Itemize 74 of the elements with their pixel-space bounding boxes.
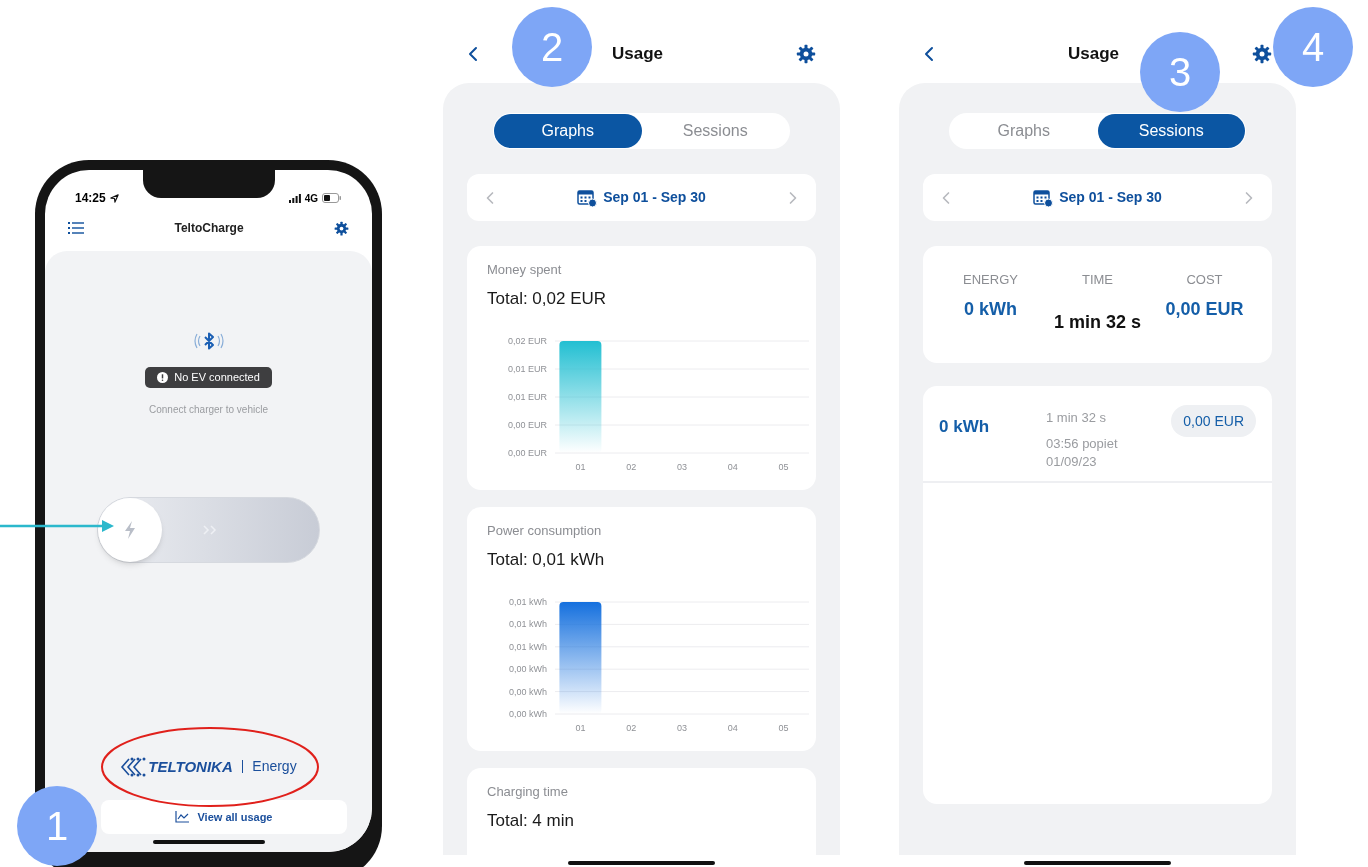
settings-icon[interactable]: [796, 43, 816, 64]
bluetooth-icon: [191, 331, 226, 351]
summary-label: TIME: [1081, 271, 1114, 289]
y-tick-label: 0,00 kWh: [508, 664, 547, 675]
x-tick-label: 04: [727, 723, 738, 733]
y-tick-label: 0,00 EUR: [507, 420, 547, 430]
x-tick-label: 05: [778, 723, 789, 733]
settings-icon[interactable]: [1252, 43, 1272, 64]
settings-icon[interactable]: [334, 220, 349, 236]
x-tick-label: 03: [677, 462, 687, 472]
x-tick-label: 05: [778, 462, 789, 472]
card-label: Charging time: [487, 783, 569, 801]
session-energy: 0 kWh: [939, 416, 991, 438]
step-number-badge: 3: [1140, 32, 1220, 112]
card-total: Total: 0,01 kWh: [487, 548, 606, 571]
summary-label: ENERGY: [963, 271, 1018, 289]
x-tick-label: 01: [575, 462, 586, 472]
summary-value: 0 kWh: [964, 297, 1017, 321]
step-number-badge: 2: [512, 7, 592, 87]
y-tick-label: 0,00 kWh: [508, 709, 547, 719]
summary-value: 0,00 EUR: [1165, 297, 1244, 321]
y-tick-label: 0,01 EUR: [507, 392, 547, 402]
bolt-icon: [124, 521, 136, 539]
card-total: Total: 0,02 EUR: [487, 287, 608, 310]
screen-title: Usage: [612, 42, 663, 65]
status-time: 14:25: [75, 190, 106, 207]
session-date: 01/09/23: [1046, 452, 1098, 471]
card-label: Power consumption: [487, 522, 603, 540]
app-title: TeltoCharge: [174, 220, 244, 237]
step-number-badge: 4: [1273, 7, 1353, 87]
chevrons-logo-icon: [120, 756, 147, 777]
back-icon[interactable]: [467, 44, 479, 63]
y-tick-label: 0,00 kWh: [508, 686, 547, 697]
session-duration: 1 min 32 s: [1046, 409, 1107, 427]
x-tick-label: 04: [727, 462, 738, 472]
network-label: 4G: [304, 191, 318, 206]
date-range[interactable]: Sep 01 - Sep 30: [603, 187, 706, 208]
x-tick-label: 03: [677, 723, 687, 733]
calendar-icon: [577, 188, 598, 207]
y-tick-label: 0,00 EUR: [507, 448, 547, 458]
summary-label: COST: [1186, 271, 1223, 289]
y-tick-label: 0,01 kWh: [508, 619, 547, 630]
session-cost: 0,00 EUR: [1171, 405, 1256, 437]
card-total: Total: 4 min: [487, 809, 575, 832]
date-range[interactable]: Sep 01 - Sep 30: [1059, 187, 1162, 208]
signal-icon: [288, 193, 301, 203]
summary-value: 1 min 32 s: [1053, 310, 1141, 334]
tab[interactable]: Graphs: [950, 114, 1098, 148]
step-number-badge: 1: [17, 786, 97, 866]
x-tick-label: 02: [626, 723, 637, 733]
x-tick-label: 01: [575, 723, 586, 733]
line-chart-icon: [175, 811, 190, 823]
battery-icon: [322, 193, 342, 203]
menu-icon[interactable]: [68, 222, 84, 234]
location-arrow-icon: [109, 193, 119, 203]
card-label: Money spent: [487, 261, 563, 279]
session-time: 03:56 popiet: [1046, 434, 1119, 453]
back-icon[interactable]: [923, 44, 935, 63]
product-logo-text: Energy: [252, 757, 297, 777]
slider-knob[interactable]: [98, 498, 162, 562]
screen-title: Usage: [1068, 42, 1119, 65]
x-tick-label: 02: [626, 462, 637, 472]
y-tick-label: 0,02 EUR: [507, 336, 547, 346]
tab[interactable]: Sessions: [1097, 114, 1245, 148]
brand-logo-text: TELTONIKA: [148, 756, 233, 777]
calendar-icon: [1033, 188, 1054, 207]
status-badge: No EV connected: [145, 367, 272, 388]
y-tick-label: 0,01 kWh: [508, 597, 547, 607]
y-tick-label: 0,01 EUR: [507, 364, 547, 374]
info-icon: [157, 372, 169, 383]
hint-text: Connect charger to vehicle: [149, 403, 268, 417]
tab[interactable]: Graphs: [494, 114, 642, 148]
y-tick-label: 0,01 kWh: [508, 641, 547, 652]
view-all-usage-button[interactable]: View all usage: [101, 800, 347, 834]
